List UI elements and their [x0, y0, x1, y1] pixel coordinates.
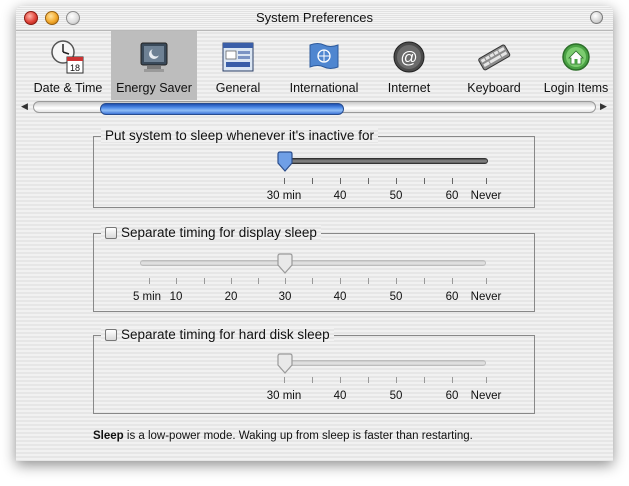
toolbar-item-general[interactable]: General: [202, 31, 274, 100]
toolbar-label-login-items: Login Items: [543, 81, 609, 95]
tick-mark: [340, 278, 341, 284]
toolbar-label-internet: Internet: [387, 81, 431, 95]
tick-mark: [284, 377, 285, 383]
toolbar-label-date-time: Date & Time: [33, 81, 103, 95]
tick-mark: [284, 178, 285, 184]
scroll-left-arrow-icon[interactable]: ◀: [21, 101, 28, 112]
tick-label: 10: [169, 291, 183, 303]
scroll-thumb[interactable]: [100, 103, 344, 115]
display-sleep-slider-track[interactable]: [140, 260, 486, 266]
tick-mark: [396, 178, 397, 184]
tick-label: 50: [389, 390, 403, 402]
system-preferences-window: System Preferences 18 Date & Time Energy…: [16, 6, 613, 461]
toolbar-item-keyboard[interactable]: Keyboard: [456, 31, 532, 100]
tick-label: Never: [470, 291, 502, 303]
tick-label: 20: [224, 291, 238, 303]
tick-label: 40: [333, 390, 347, 402]
tick-mark: [424, 278, 425, 284]
tick-mark: [486, 278, 487, 284]
toolbar-item-international[interactable]: International: [281, 31, 367, 100]
tick-mark: [231, 278, 232, 284]
tick-mark: [368, 178, 369, 184]
tick-mark: [149, 278, 150, 284]
tick-label: Never: [470, 390, 502, 402]
sleep-description: Sleep is a low-power mode. Waking up fro…: [93, 430, 473, 442]
tick-label: 30: [278, 291, 292, 303]
tick-label: 40: [333, 291, 347, 303]
tick-label: 60: [445, 190, 459, 202]
sleep-term: Sleep: [93, 430, 124, 442]
tick-mark: [340, 178, 341, 184]
tick-mark: [486, 178, 487, 184]
scroll-right-arrow-icon[interactable]: ▶: [600, 101, 607, 112]
tick-mark: [176, 278, 177, 284]
display-sleep-label: Separate timing for display sleep: [121, 225, 317, 240]
tick-mark: [312, 178, 313, 184]
checkbox-box[interactable]: [105, 227, 117, 239]
toolbar-label-general: General: [215, 81, 261, 95]
tick-mark: [368, 278, 369, 284]
tick-label: 5 min: [132, 291, 162, 303]
sleep-description-text: is a low-power mode. Waking up from slee…: [123, 430, 473, 442]
toolbar-label-international: International: [289, 81, 359, 95]
tick-label: 30 min: [266, 190, 302, 202]
tick-mark: [424, 178, 425, 184]
disk-sleep-slider-thumb[interactable]: [276, 353, 294, 380]
tick-mark: [340, 377, 341, 383]
general-window-icon: [220, 39, 256, 75]
tick-mark: [486, 377, 487, 383]
keyboard-icon: [476, 39, 512, 75]
tick-label: 50: [389, 190, 403, 202]
system-sleep-slider-thumb[interactable]: [276, 151, 294, 178]
tick-label: 40: [333, 190, 347, 202]
display-sleep-slider-thumb[interactable]: [276, 253, 294, 280]
disk-sleep-group: Separate timing for hard disk sleep 30 m…: [93, 327, 535, 414]
tick-label: 60: [445, 390, 459, 402]
tick-label: Never: [470, 190, 502, 202]
svg-text:@: @: [400, 48, 417, 67]
tick-mark: [452, 178, 453, 184]
checkbox-box[interactable]: [105, 329, 117, 341]
toolbar-item-energy-saver[interactable]: Energy Saver: [111, 31, 197, 100]
tick-mark: [204, 278, 205, 284]
toolbar-item-internet[interactable]: @ Internet: [374, 31, 444, 100]
toolbar-item-date-time[interactable]: 18 Date & Time: [29, 31, 107, 100]
toolbar-label-keyboard: Keyboard: [467, 81, 521, 95]
clock-calendar-icon: 18: [50, 39, 86, 75]
tick-mark: [312, 278, 313, 284]
system-sleep-group: Put system to sleep whenever it's inacti…: [93, 128, 535, 208]
toolbar-toggle-button[interactable]: [590, 11, 603, 24]
tick-mark: [396, 278, 397, 284]
tick-mark: [424, 377, 425, 383]
at-sign-globe-icon: @: [391, 39, 427, 75]
house-icon: [558, 39, 594, 75]
window-title: System Preferences: [255, 10, 374, 25]
disk-sleep-label: Separate timing for hard disk sleep: [121, 327, 330, 342]
system-sleep-legend: Put system to sleep whenever it's inacti…: [101, 128, 378, 143]
tick-label: 30 min: [266, 390, 302, 402]
display-sleep-group: Separate timing for display sleep 5 min …: [93, 225, 535, 312]
toolbar-scrollbar[interactable]: ◀ ▶: [16, 100, 613, 116]
system-sleep-slider-track[interactable]: [284, 158, 488, 164]
svg-text:18: 18: [70, 63, 80, 73]
tick-mark: [312, 377, 313, 383]
energy-saver-icon: [136, 39, 172, 75]
display-sleep-checkbox[interactable]: Separate timing for display sleep: [101, 225, 321, 240]
toolbar: 18 Date & Time Energy Saver General Inte…: [16, 31, 613, 100]
disk-sleep-slider-track[interactable]: [284, 360, 486, 366]
tick-mark: [368, 377, 369, 383]
tick-label: 50: [389, 291, 403, 303]
tick-mark: [396, 377, 397, 383]
tick-mark: [452, 278, 453, 284]
toolbar-item-login-items[interactable]: Login Items: [539, 31, 613, 100]
tick-mark: [285, 278, 286, 284]
un-flag-icon: [306, 39, 342, 75]
title-bar[interactable]: System Preferences: [16, 6, 613, 31]
toolbar-label-energy-saver: Energy Saver: [116, 81, 192, 95]
tick-mark: [258, 278, 259, 284]
disk-sleep-checkbox[interactable]: Separate timing for hard disk sleep: [101, 327, 334, 342]
tick-label: 60: [445, 291, 459, 303]
tick-mark: [452, 377, 453, 383]
